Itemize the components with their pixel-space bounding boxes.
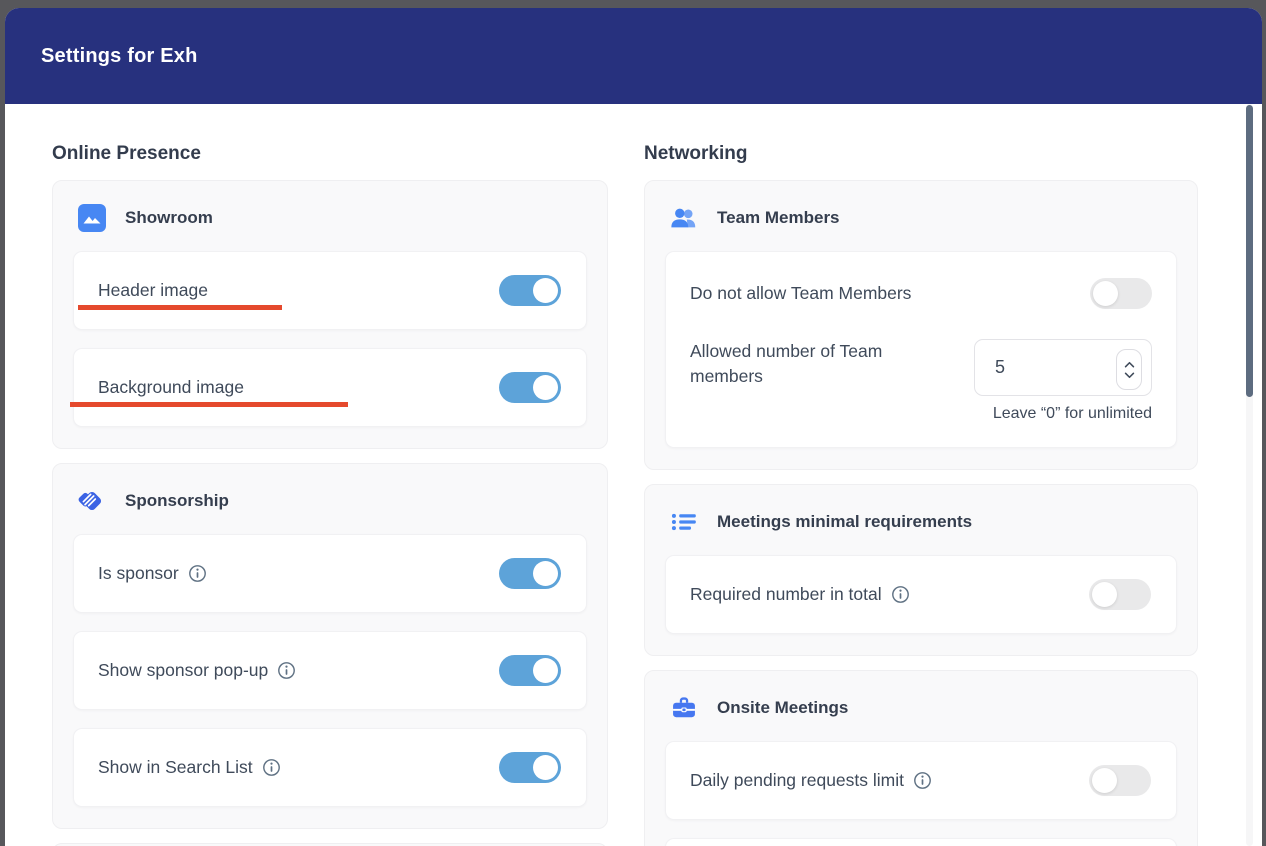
card-title-onsite: Onsite Meetings — [717, 698, 848, 718]
column-online-presence: Online Presence Showroom Header image — [52, 132, 608, 846]
number-stepper[interactable] — [1116, 349, 1142, 390]
card-title-sponsorship: Sponsorship — [125, 491, 229, 511]
setting-label: Required number in total — [690, 584, 910, 605]
setting-row-background-image: Background image — [73, 348, 587, 427]
setting-label: Show sponsor pop-up — [98, 660, 296, 681]
sponsor-popup-toggle[interactable] — [499, 655, 561, 686]
card-head-onsite: Onsite Meetings — [665, 693, 1177, 723]
setting-label-text: Is sponsor — [98, 563, 179, 584]
setting-label: Daily pending requests limit — [690, 770, 932, 791]
setting-row-partial — [665, 838, 1177, 846]
card-title-meetings: Meetings minimal requirements — [717, 512, 972, 532]
modal-title: Settings for Exh — [41, 45, 198, 68]
list-icon — [669, 507, 699, 537]
header-image-toggle[interactable] — [499, 275, 561, 306]
red-underline — [78, 305, 282, 310]
people-icon — [669, 203, 699, 233]
setting-row-show-in-search: Show in Search List — [73, 728, 587, 807]
section-heading-networking: Networking — [644, 132, 1198, 165]
setting-label: Background image — [98, 377, 244, 398]
allowed-number-control: Leave “0” for unlimited — [974, 339, 1152, 423]
red-underline — [70, 402, 348, 407]
column-networking: Networking Team Members — [644, 132, 1198, 846]
setting-label-text: Required number in total — [690, 584, 882, 605]
is-sponsor-toggle[interactable] — [499, 558, 561, 589]
allowed-number-input[interactable] — [993, 356, 1107, 379]
info-icon[interactable] — [262, 758, 281, 777]
card-head-showroom: Showroom — [73, 203, 587, 233]
card-showroom: Showroom Header image Background image — [52, 180, 608, 449]
unlimited-helper-text: Leave “0” for unlimited — [993, 405, 1152, 423]
no-team-members-toggle[interactable] — [1090, 278, 1152, 309]
setting-label: Header image — [98, 280, 208, 301]
info-icon[interactable] — [277, 661, 296, 680]
toggle-knob — [533, 755, 558, 780]
card-head-sponsorship: Sponsorship — [73, 486, 587, 516]
card-head-meetings: Meetings minimal requirements — [665, 507, 1177, 537]
setting-label-text: Show in Search List — [98, 757, 253, 778]
setting-label: Allowed number of Team members — [690, 339, 960, 390]
info-icon[interactable] — [891, 585, 910, 604]
toggle-knob — [533, 278, 558, 303]
setting-row-required-number: Required number in total — [665, 555, 1177, 634]
setting-label: Show in Search List — [98, 757, 281, 778]
modal-backdrop: Settings for Exh Online Presence Showroo… — [0, 0, 1266, 846]
toggle-knob — [1092, 768, 1117, 793]
card-title-showroom: Showroom — [125, 208, 213, 228]
card-title-team-members: Team Members — [717, 208, 840, 228]
show-in-search-toggle[interactable] — [499, 752, 561, 783]
setting-row-daily-pending: Daily pending requests limit — [665, 741, 1177, 820]
info-icon[interactable] — [188, 564, 207, 583]
settings-modal: Settings for Exh Online Presence Showroo… — [5, 8, 1262, 846]
image-icon — [77, 203, 107, 233]
setting-label: Is sponsor — [98, 563, 207, 584]
modal-body: Online Presence Showroom Header image — [5, 104, 1262, 846]
toggle-knob — [533, 375, 558, 400]
daily-pending-toggle[interactable] — [1089, 765, 1151, 796]
setting-row-allowed-number: Allowed number of Team members Leave — [690, 339, 1152, 423]
chevron-up-icon — [1124, 361, 1135, 368]
setting-label-text: Daily pending requests limit — [690, 770, 904, 791]
setting-label-text: Show sponsor pop-up — [98, 660, 268, 681]
team-members-group: Do not allow Team Members Allowed number… — [665, 251, 1177, 448]
required-number-toggle[interactable] — [1089, 579, 1151, 610]
briefcase-icon — [669, 693, 699, 723]
info-icon[interactable] — [913, 771, 932, 790]
card-team-members: Team Members Do not allow Team Members A… — [644, 180, 1198, 470]
setting-row-is-sponsor: Is sponsor — [73, 534, 587, 613]
toggle-knob — [533, 561, 558, 586]
setting-row-header-image: Header image — [73, 251, 587, 330]
number-input-box — [974, 339, 1152, 396]
setting-row-no-team-members: Do not allow Team Members — [690, 278, 1152, 309]
toggle-knob — [1093, 281, 1118, 306]
card-meetings-requirements: Meetings minimal requirements Required n… — [644, 484, 1198, 656]
toggle-knob — [1092, 582, 1117, 607]
setting-row-sponsor-popup: Show sponsor pop-up — [73, 631, 587, 710]
section-heading-online-presence: Online Presence — [52, 132, 608, 165]
background-image-toggle[interactable] — [499, 372, 561, 403]
card-sponsorship: Sponsorship Is sponsor Show sponsor pop-… — [52, 463, 608, 829]
card-onsite-meetings: Onsite Meetings Daily pending requests l… — [644, 670, 1198, 846]
handshake-icon — [77, 486, 107, 516]
scrollbar-thumb[interactable] — [1246, 105, 1253, 397]
modal-header: Settings for Exh — [5, 8, 1262, 104]
card-head-team-members: Team Members — [665, 203, 1177, 233]
chevron-down-icon — [1124, 372, 1135, 379]
setting-label: Do not allow Team Members — [690, 283, 911, 304]
toggle-knob — [533, 658, 558, 683]
